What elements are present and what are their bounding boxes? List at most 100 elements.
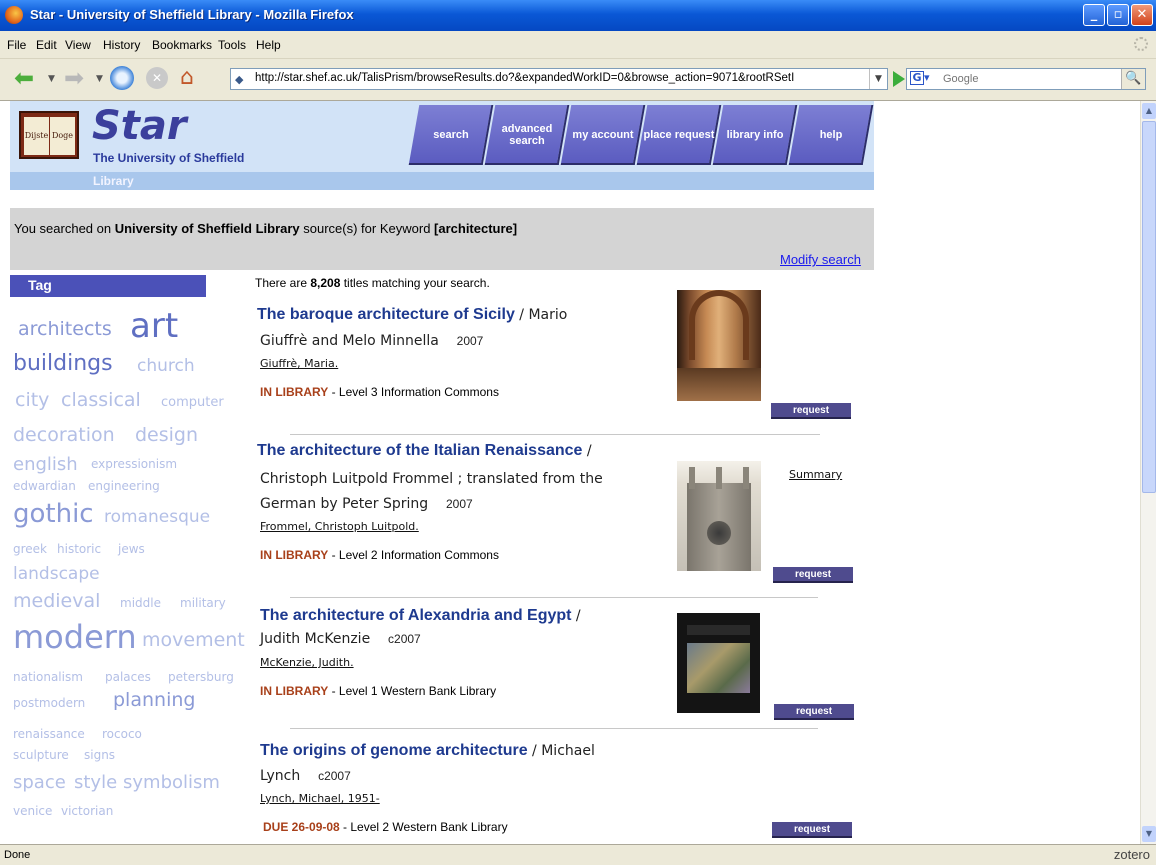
tag-expressionism[interactable]: expressionism <box>91 457 177 471</box>
result-title[interactable]: The architecture of Alexandria and Egypt… <box>260 607 581 625</box>
search-icon[interactable]: 🔍 <box>1121 69 1145 89</box>
result-title-text[interactable]: The architecture of Alexandria and Egypt <box>260 607 571 624</box>
tag-computer[interactable]: computer <box>161 395 224 410</box>
request-button[interactable]: request <box>773 567 853 583</box>
close-button[interactable]: ✕ <box>1131 4 1153 26</box>
result-title[interactable]: The architecture of the Italian Renaissa… <box>257 442 592 460</box>
search-bar[interactable]: G▾ 🔍 <box>906 68 1146 90</box>
tag-romanesque[interactable]: romanesque <box>104 507 210 527</box>
nav-place-request[interactable]: place request <box>636 105 722 165</box>
brand-title[interactable]: Star <box>92 103 187 149</box>
tag-planning[interactable]: planning <box>113 689 195 711</box>
tag-church[interactable]: church <box>137 356 195 376</box>
tag-buildings[interactable]: buildings <box>13 351 113 376</box>
nav-help[interactable]: help <box>788 105 874 165</box>
menu-file[interactable]: File <box>7 38 26 52</box>
result-title-text[interactable]: The baroque architecture of Sicily <box>257 306 515 323</box>
go-icon[interactable] <box>893 71 905 87</box>
menu-history[interactable]: History <box>103 38 140 52</box>
tag-middle[interactable]: middle <box>120 596 161 610</box>
logo-page-left: Dijste <box>24 117 49 155</box>
site-icon: ◆ <box>235 73 244 86</box>
tag-art[interactable]: art <box>130 306 178 346</box>
menu-tools[interactable]: Tools <box>218 38 246 52</box>
summary-link[interactable]: Summary <box>789 468 842 481</box>
tag-venice[interactable]: venice <box>13 804 52 818</box>
result-title-text[interactable]: The origins of genome architecture <box>260 742 528 759</box>
book-cover-image[interactable] <box>677 461 761 571</box>
result-author-link[interactable]: Lynch, Michael, 1951- <box>260 792 380 805</box>
scrollbar-thumb[interactable] <box>1142 121 1156 493</box>
back-dropdown-icon[interactable]: ▼ <box>48 74 58 96</box>
scroll-up-icon[interactable]: ▲ <box>1142 103 1156 119</box>
search-engine-icon[interactable]: G ▾ <box>910 71 940 87</box>
maximize-button[interactable]: ▫ <box>1107 4 1129 26</box>
menu-help[interactable]: Help <box>256 38 281 52</box>
tag-rococo[interactable]: rococo <box>102 727 142 741</box>
tag-decoration[interactable]: decoration <box>13 424 115 446</box>
tag-architects[interactable]: architects <box>18 318 112 340</box>
url-bar[interactable]: ◆ http://star.shef.ac.uk/TalisPrism/brow… <box>230 68 888 90</box>
result-author-link[interactable]: Frommel, Christoph Luitpold. <box>260 520 419 533</box>
forward-dropdown-icon[interactable]: ▼ <box>96 74 106 96</box>
result-title[interactable]: The origins of genome architecture / Mic… <box>260 742 595 760</box>
tag-medieval[interactable]: medieval <box>13 590 100 612</box>
nav-help-label: help <box>819 129 843 141</box>
result-title-text[interactable]: The architecture of the Italian Renaissa… <box>257 442 582 459</box>
tag-engineering[interactable]: engineering <box>88 479 160 493</box>
nav-my-account[interactable]: my account <box>560 105 646 165</box>
nav-advanced-search[interactable]: advanced search <box>484 105 570 165</box>
modify-search-link[interactable]: Modify search <box>780 252 861 267</box>
request-button[interactable]: request <box>772 822 852 838</box>
request-button[interactable]: request <box>771 403 851 419</box>
request-button[interactable]: request <box>774 704 854 720</box>
stop-icon[interactable]: ✕ <box>146 67 168 89</box>
result-title[interactable]: The baroque architecture of Sicily / Mar… <box>257 306 567 324</box>
back-icon[interactable]: ⬅ <box>14 64 36 92</box>
tag-greek[interactable]: greek <box>13 542 47 556</box>
tag-modern[interactable]: modern <box>13 618 137 656</box>
minimize-button[interactable]: _ <box>1083 4 1105 26</box>
menu-view[interactable]: View <box>65 38 91 52</box>
nav-library-info[interactable]: library info <box>712 105 798 165</box>
book-cover-image[interactable] <box>677 613 760 713</box>
tag-movement[interactable]: movement <box>142 629 245 651</box>
result-author-link[interactable]: Giuffrè, Maria. <box>260 357 338 370</box>
tag-renaissance[interactable]: renaissance <box>13 727 85 741</box>
search-input[interactable] <box>943 71 1113 87</box>
home-icon[interactable]: ⌂ <box>180 65 202 90</box>
tag-english[interactable]: english <box>13 454 78 475</box>
tag-jews[interactable]: jews <box>118 542 145 556</box>
tag-space[interactable]: space <box>13 772 66 793</box>
tag-gothic[interactable]: gothic <box>13 499 94 529</box>
tag-style[interactable]: style <box>74 772 117 793</box>
tag-petersburg[interactable]: petersburg <box>168 670 234 684</box>
tag-classical[interactable]: classical <box>61 389 141 411</box>
tag-design[interactable]: design <box>135 424 198 446</box>
url-dropdown-icon[interactable]: ▼ <box>869 69 887 89</box>
zotero-button[interactable]: zotero <box>1114 847 1150 862</box>
tag-symbolism[interactable]: symbolism <box>123 772 220 793</box>
nav-search[interactable]: search <box>408 105 494 165</box>
tag-palaces[interactable]: palaces <box>105 670 151 684</box>
result-author-link[interactable]: McKenzie, Judith. <box>260 656 354 669</box>
url-text[interactable]: http://star.shef.ac.uk/TalisPrism/browse… <box>255 72 863 84</box>
tag-nationalism[interactable]: nationalism <box>13 670 83 684</box>
tag-victorian[interactable]: victorian <box>61 804 113 818</box>
menu-bookmarks[interactable]: Bookmarks <box>152 38 212 52</box>
tag-signs[interactable]: signs <box>84 748 115 762</box>
tag-military[interactable]: military <box>180 596 226 610</box>
library-logo[interactable]: Dijste Doge <box>19 111 79 159</box>
reload-icon[interactable] <box>110 66 134 90</box>
tag-sculpture[interactable]: sculpture <box>13 748 69 762</box>
tag-postmodern[interactable]: postmodern <box>13 696 85 710</box>
vertical-scrollbar[interactable]: ▲ ▼ <box>1140 101 1156 844</box>
menu-edit[interactable]: Edit <box>36 38 57 52</box>
tag-city[interactable]: city <box>15 389 49 411</box>
tag-historic[interactable]: historic <box>57 542 101 556</box>
tag-edwardian[interactable]: edwardian <box>13 479 76 493</box>
forward-icon[interactable]: ➡ <box>64 64 86 92</box>
scroll-down-icon[interactable]: ▼ <box>1142 826 1156 842</box>
book-cover-image[interactable] <box>677 290 761 401</box>
tag-landscape[interactable]: landscape <box>13 564 100 584</box>
